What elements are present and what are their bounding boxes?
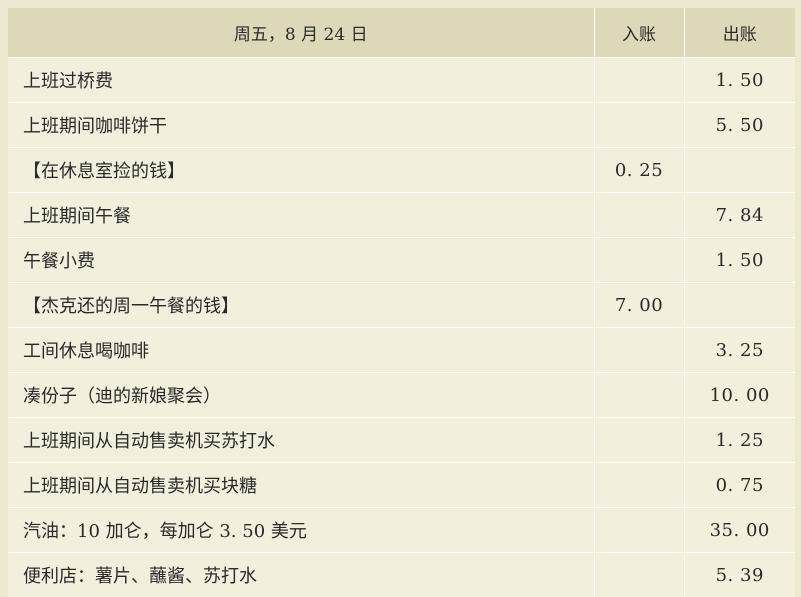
- header-date: 周五，8 月 24 日: [8, 8, 594, 58]
- row-expense: 5. 50: [684, 103, 795, 148]
- row-expense: 1. 50: [684, 238, 795, 283]
- row-income: [594, 553, 684, 597]
- row-description: 汽油：10 加仑，每加仑 3. 50 美元: [8, 508, 594, 553]
- row-income: 7. 00: [594, 283, 684, 328]
- row-description: 午餐小费: [8, 238, 594, 283]
- table-row: 汽油：10 加仑，每加仑 3. 50 美元 35. 00: [8, 508, 795, 553]
- header-income: 入账: [594, 8, 684, 58]
- row-income: [594, 238, 684, 283]
- row-expense: 7. 84: [684, 193, 795, 238]
- row-income: [594, 193, 684, 238]
- row-income: [594, 508, 684, 553]
- row-description: 上班期间咖啡饼干: [8, 103, 594, 148]
- row-income: 0. 25: [594, 148, 684, 193]
- row-expense: 5. 39: [684, 553, 795, 597]
- table-body: 上班过桥费 1. 50 上班期间咖啡饼干 5. 50 【在休息室捡的钱】 0. …: [8, 58, 795, 597]
- table-row: 工间休息喝咖啡 3. 25: [8, 328, 795, 373]
- row-description: 上班期间从自动售卖机买块糖: [8, 463, 594, 508]
- row-income: [594, 103, 684, 148]
- row-income: [594, 328, 684, 373]
- table-row: 【杰克还的周一午餐的钱】 7. 00: [8, 283, 795, 328]
- row-expense: 35. 00: [684, 508, 795, 553]
- row-expense: 10. 00: [684, 373, 795, 418]
- row-income: [594, 463, 684, 508]
- row-expense: 1. 50: [684, 58, 795, 103]
- table-header: 周五，8 月 24 日 入账 出账: [8, 8, 795, 58]
- table-row: 上班期间从自动售卖机买块糖 0. 75: [8, 463, 795, 508]
- table-row: 上班期间从自动售卖机买苏打水 1. 25: [8, 418, 795, 463]
- row-expense: [684, 283, 795, 328]
- table-row: 便利店：薯片、蘸酱、苏打水 5. 39: [8, 553, 795, 597]
- table-row: 【在休息室捡的钱】 0. 25: [8, 148, 795, 193]
- expense-ledger-table: 周五，8 月 24 日 入账 出账 上班过桥费 1. 50 上班期间咖啡饼干 5…: [8, 8, 795, 597]
- row-description: 凑份子（迪的新娘聚会）: [8, 373, 594, 418]
- row-description: 上班期间午餐: [8, 193, 594, 238]
- header-expense: 出账: [684, 8, 795, 58]
- row-description: 上班期间从自动售卖机买苏打水: [8, 418, 594, 463]
- row-description: 【在休息室捡的钱】: [8, 148, 594, 193]
- table-row: 上班过桥费 1. 50: [8, 58, 795, 103]
- row-expense: [684, 148, 795, 193]
- row-description: 【杰克还的周一午餐的钱】: [8, 283, 594, 328]
- table-row: 上班期间午餐 7. 84: [8, 193, 795, 238]
- row-expense: 0. 75: [684, 463, 795, 508]
- row-expense: 1. 25: [684, 418, 795, 463]
- table-row: 午餐小费 1. 50: [8, 238, 795, 283]
- row-expense: 3. 25: [684, 328, 795, 373]
- row-description: 工间休息喝咖啡: [8, 328, 594, 373]
- row-income: [594, 58, 684, 103]
- table-row: 凑份子（迪的新娘聚会） 10. 00: [8, 373, 795, 418]
- row-description: 便利店：薯片、蘸酱、苏打水: [8, 553, 594, 597]
- row-description: 上班过桥费: [8, 58, 594, 103]
- table-row: 上班期间咖啡饼干 5. 50: [8, 103, 795, 148]
- row-income: [594, 373, 684, 418]
- header-row: 周五，8 月 24 日 入账 出账: [8, 8, 795, 58]
- row-income: [594, 418, 684, 463]
